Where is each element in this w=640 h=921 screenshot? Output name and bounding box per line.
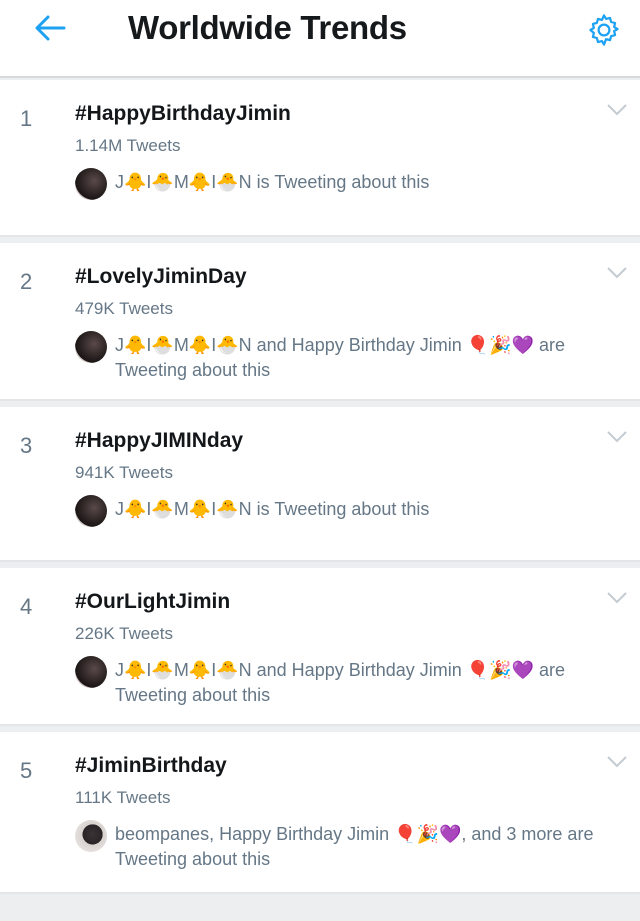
trend-rank: 4 (20, 594, 33, 619)
trend-tweet-count: 479K Tweets (75, 299, 173, 318)
avatar (75, 656, 107, 688)
trend-name[interactable]: #OurLightJimin (75, 590, 230, 614)
trend-context: J🐥I🐣M🐥I🐣N and Happy Birthday Jimin 🎈🎉💜 a… (75, 331, 615, 383)
trend-name[interactable]: #HappyJIMINday (75, 429, 243, 453)
trend-context: beompanes, Happy Birthday Jimin 🎈🎉💜, and… (75, 820, 615, 872)
trend-context: J🐥I🐣M🐥I🐣N and Happy Birthday Jimin 🎈🎉💜 a… (75, 656, 615, 708)
chevron-down-icon[interactable] (606, 265, 628, 281)
trend-item[interactable]: 4 #OurLightJimin 226K Tweets J🐥I🐣M🐥I🐣N a… (0, 568, 640, 726)
chevron-down-icon[interactable] (606, 754, 628, 770)
trend-rank: 3 (20, 433, 33, 458)
back-button[interactable] (30, 12, 70, 44)
top-app-bar: Worldwide Trends (0, 0, 640, 78)
trend-rank: 2 (20, 269, 33, 294)
chevron-down-icon[interactable] (606, 590, 628, 606)
trend-item[interactable]: 5 #JiminBirthday 111K Tweets beompanes, … (0, 732, 640, 894)
trend-context-text: J🐥I🐣M🐥I🐣N is Tweeting about this (115, 172, 430, 192)
trend-item[interactable]: 3 #HappyJIMINday 941K Tweets J🐥I🐣M🐥I🐣N i… (0, 407, 640, 562)
trend-context-text: J🐥I🐣M🐥I🐣N and Happy Birthday Jimin 🎈🎉💜 a… (115, 660, 565, 705)
trend-tweet-count: 1.14M Tweets (75, 136, 181, 155)
trend-tweet-count: 111K Tweets (75, 788, 171, 807)
chevron-down-icon[interactable] (606, 102, 628, 118)
trends-list: 1 #HappyBirthdayJimin 1.14M Tweets J🐥I🐣M… (0, 80, 640, 900)
trend-rank: 1 (20, 106, 33, 131)
trend-context-text: J🐥I🐣M🐥I🐣N and Happy Birthday Jimin 🎈🎉💜 a… (115, 335, 565, 380)
avatar (75, 820, 107, 852)
arrow-left-icon (35, 15, 66, 41)
trend-context: J🐥I🐣M🐥I🐣N is Tweeting about this (75, 168, 615, 200)
trend-tweet-count: 941K Tweets (75, 463, 173, 482)
trend-rank: 5 (20, 758, 33, 783)
avatar (75, 331, 107, 363)
avatar (75, 495, 107, 527)
trend-context-text: J🐥I🐣M🐥I🐣N is Tweeting about this (115, 499, 430, 519)
trend-name[interactable]: #HappyBirthdayJimin (75, 102, 291, 126)
chevron-down-icon[interactable] (606, 429, 628, 445)
trend-tweet-count: 226K Tweets (75, 624, 173, 643)
trend-item[interactable]: 1 #HappyBirthdayJimin 1.14M Tweets J🐥I🐣M… (0, 80, 640, 237)
trend-name[interactable]: #JiminBirthday (75, 754, 227, 778)
trend-item[interactable]: 2 #LovelyJiminDay 479K Tweets J🐥I🐣M🐥I🐣N … (0, 243, 640, 401)
page-title: Worldwide Trends (128, 9, 407, 46)
trend-context: J🐥I🐣M🐥I🐣N is Tweeting about this (75, 495, 615, 527)
trend-context-text: beompanes, Happy Birthday Jimin 🎈🎉💜, and… (115, 824, 594, 869)
gear-icon (589, 14, 619, 46)
settings-button[interactable] (584, 10, 624, 50)
trend-name[interactable]: #LovelyJiminDay (75, 265, 247, 289)
avatar (75, 168, 107, 200)
